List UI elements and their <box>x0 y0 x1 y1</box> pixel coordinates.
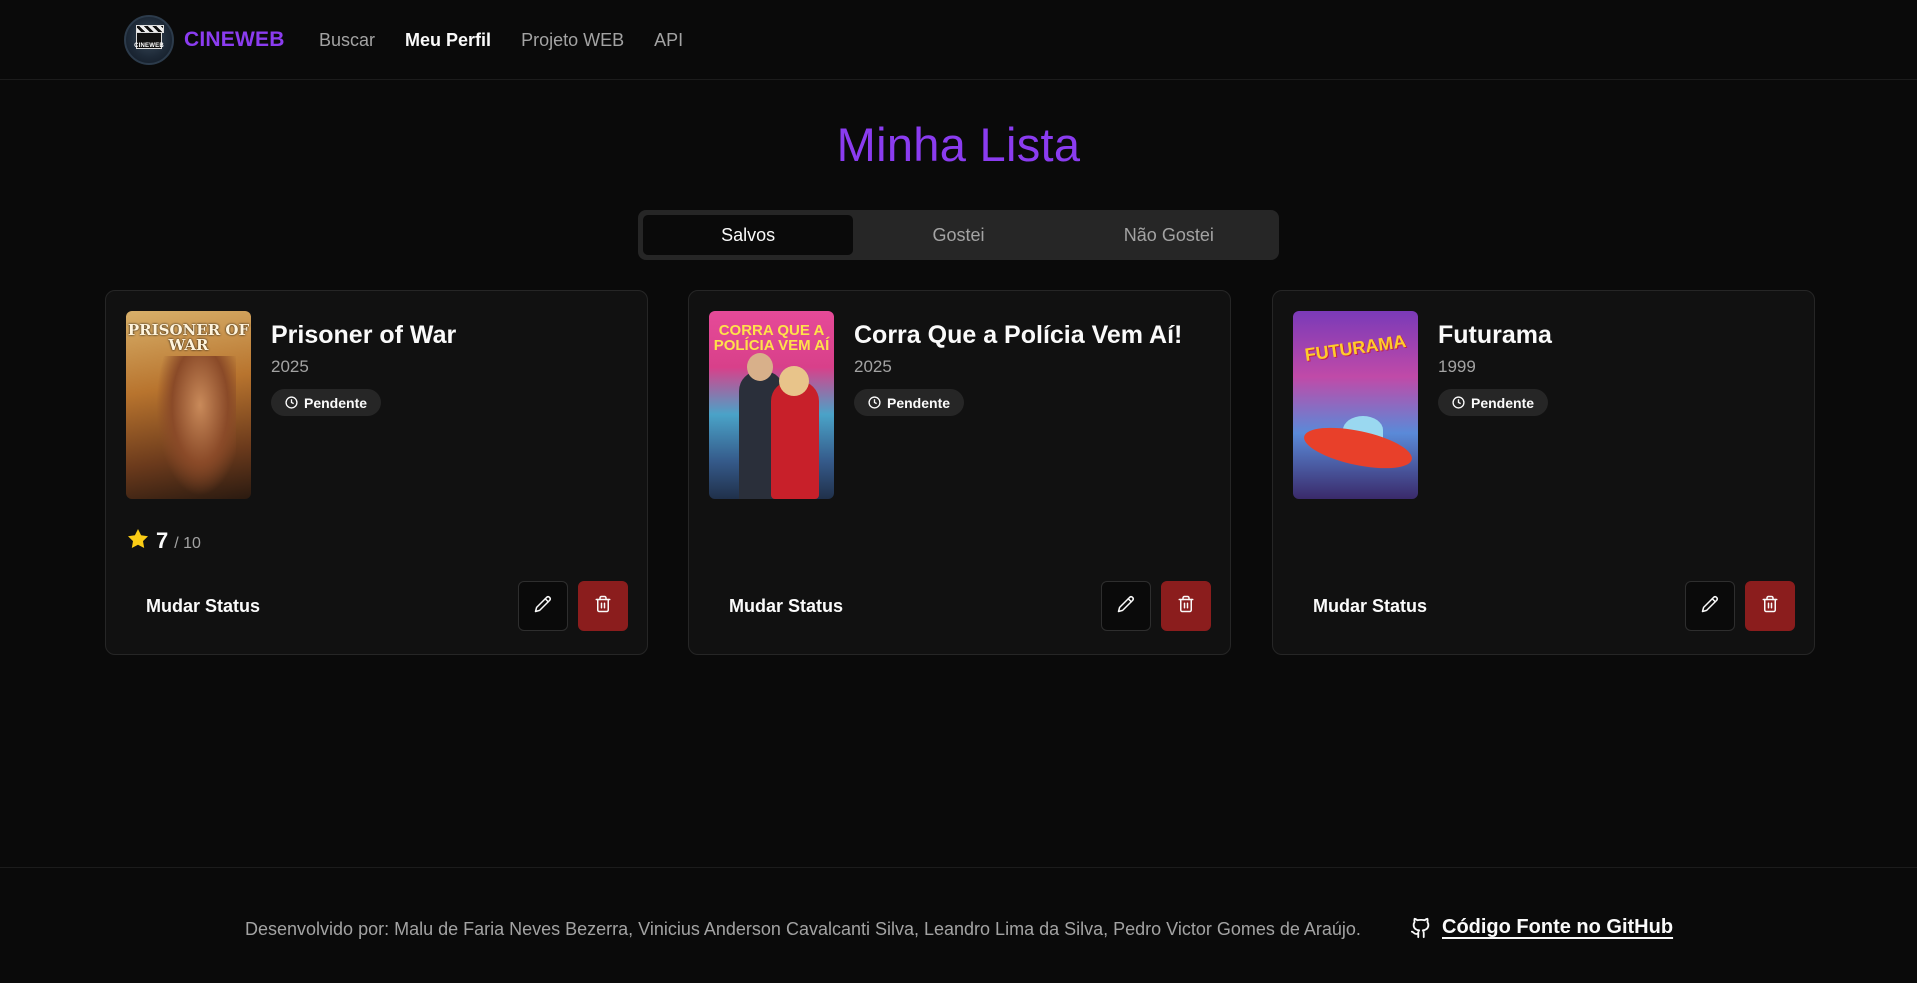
trash-icon <box>1177 595 1195 618</box>
pencil-icon <box>1701 595 1719 618</box>
tab-salvos[interactable]: Salvos <box>643 215 854 255</box>
pencil-icon <box>534 595 552 618</box>
top-navbar: CINEWEB CINEWEB Buscar Meu Perfil Projet… <box>0 0 1917 80</box>
clock-icon <box>868 396 881 409</box>
clock-icon <box>285 396 298 409</box>
footer: Desenvolvido por: Malu de Faria Neves Be… <box>0 867 1917 983</box>
pencil-icon <box>1117 595 1135 618</box>
movie-title: Prisoner of War <box>271 321 457 349</box>
nav-link-api[interactable]: API <box>654 28 683 52</box>
rating-value: 7 <box>156 528 169 553</box>
movie-year: 2025 <box>854 357 892 376</box>
nav-link-projeto-web[interactable]: Projeto WEB <box>521 28 624 52</box>
movie-poster[interactable]: PRISONER OF WAR <box>126 311 251 499</box>
tab-gostei[interactable]: Gostei <box>853 215 1063 255</box>
poster-figure <box>771 381 819 499</box>
brand-name[interactable]: CINEWEB <box>184 28 285 52</box>
movie-title: Corra Que a Polícia Vem Aí! <box>854 321 1183 349</box>
brand[interactable]: CINEWEB CINEWEB <box>124 15 285 65</box>
edit-button[interactable] <box>1101 581 1151 631</box>
delete-button[interactable] <box>1161 581 1211 631</box>
github-icon[interactable] <box>1410 917 1432 939</box>
change-status-button[interactable]: Mudar Status <box>709 581 863 631</box>
status-badge: Pendente <box>271 389 382 416</box>
movie-card: PRISONER OF WAR Prisoner of War 2025 Pen… <box>105 290 648 655</box>
poster-title-text: CORRA QUE A POLÍCIA VEM AÍ <box>713 322 830 354</box>
movie-poster[interactable]: CORRA QUE A POLÍCIA VEM AÍ <box>709 311 834 499</box>
logo-text: CINEWEB <box>134 43 164 49</box>
cineweb-logo[interactable]: CINEWEB <box>124 15 174 65</box>
main-nav: Buscar Meu Perfil Projeto WEB API <box>319 28 713 52</box>
star-icon <box>126 527 150 551</box>
poster-figure <box>747 353 773 381</box>
poster-figure <box>156 356 236 496</box>
status-label: Pendente <box>1471 394 1535 411</box>
status-label: Pendente <box>887 394 951 411</box>
edit-button[interactable] <box>518 581 568 631</box>
delete-button[interactable] <box>1745 581 1795 631</box>
movie-card: CORRA QUE A POLÍCIA VEM AÍ Corra Que a P… <box>688 290 1231 655</box>
nav-link-meu-perfil[interactable]: Meu Perfil <box>405 28 491 52</box>
github-link-group[interactable]: Código Fonte no GitHub <box>1410 916 1673 939</box>
status-badge: Pendente <box>854 389 965 416</box>
github-link[interactable]: Código Fonte no GitHub <box>1442 916 1673 939</box>
poster-title-text: PRISONER OF WAR <box>127 321 250 354</box>
rating-max: / 10 <box>174 535 201 552</box>
delete-button[interactable] <box>578 581 628 631</box>
trash-icon <box>594 595 612 618</box>
nav-link-buscar[interactable]: Buscar <box>319 28 375 52</box>
edit-button[interactable] <box>1685 581 1735 631</box>
movie-year: 1999 <box>1438 357 1476 376</box>
trash-icon <box>1761 595 1779 618</box>
poster-figure <box>779 366 809 396</box>
poster-title-text: FUTURAMA <box>1303 331 1408 366</box>
status-label: Pendente <box>304 394 368 411</box>
movie-title: Futurama <box>1438 321 1552 349</box>
movie-poster[interactable]: FUTURAMA <box>1293 311 1418 499</box>
page-title: Minha Lista <box>836 118 1081 171</box>
movie-year: 2025 <box>271 357 309 376</box>
status-badge: Pendente <box>1438 389 1549 416</box>
list-tabs: Salvos Gostei Não Gostei <box>638 210 1279 260</box>
clock-icon <box>1452 396 1465 409</box>
rating: 7 / 10 <box>126 524 201 554</box>
change-status-button[interactable]: Mudar Status <box>1293 581 1447 631</box>
credits-text: Desenvolvido por: Malu de Faria Neves Be… <box>245 919 1361 939</box>
movie-card: FUTURAMA Futurama 1999 Pendente Mudar St… <box>1272 290 1815 655</box>
tab-nao-gostei[interactable]: Não Gostei <box>1064 215 1274 255</box>
change-status-button[interactable]: Mudar Status <box>126 581 280 631</box>
